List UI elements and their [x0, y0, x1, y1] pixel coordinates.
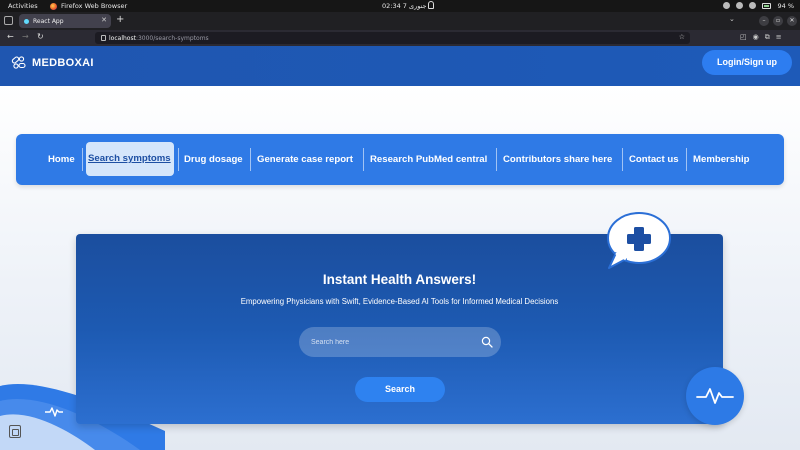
- app-menu[interactable]: Firefox Web Browser: [50, 2, 127, 10]
- firefox-icon: [50, 2, 57, 10]
- search-icon[interactable]: [481, 336, 493, 348]
- address-bar[interactable]: localhost:3000/search-symptoms ☆: [95, 32, 690, 124]
- nav-research-pubmed[interactable]: Research PubMed central: [370, 134, 488, 185]
- new-tab-button[interactable]: +: [116, 14, 124, 25]
- app-header: MEDBOXAI Login/Sign up: [0, 46, 800, 86]
- extensions-icon[interactable]: ⧉: [765, 33, 770, 42]
- nav-drug-dosage[interactable]: Drug dosage: [184, 134, 244, 185]
- back-icon[interactable]: ←: [7, 32, 14, 41]
- heartbeat-icon: [45, 407, 63, 417]
- bookmark-star-icon[interactable]: ☆: [679, 33, 685, 41]
- close-window-button[interactable]: ✕: [787, 16, 797, 26]
- notification-icon: [428, 1, 434, 9]
- login-signup-button[interactable]: Login/Sign up: [702, 50, 792, 75]
- heartbeat-badge: [686, 367, 744, 425]
- nav-divider: [250, 148, 251, 171]
- nav-divider: [622, 148, 623, 171]
- nav-search-symptoms[interactable]: Search symptoms: [86, 142, 174, 176]
- nav-divider: [686, 148, 687, 171]
- menu-icon[interactable]: ≡: [776, 33, 782, 42]
- account-icon[interactable]: ◉: [753, 33, 759, 42]
- pocket-icon[interactable]: ◰: [740, 33, 747, 42]
- hero-title: Instant Health Answers!: [322, 272, 477, 287]
- nav-membership[interactable]: Membership: [693, 134, 773, 185]
- list-tabs-chevron-icon[interactable]: ⌄: [729, 15, 735, 23]
- url-host: localhost: [109, 34, 136, 42]
- nav-contact-us[interactable]: Contact us: [629, 134, 683, 185]
- clipboard-icon[interactable]: [9, 425, 21, 438]
- system-top-bar: Activities Firefox Web Browser 02:34 7 ج…: [0, 0, 800, 12]
- nav-divider: [496, 148, 497, 171]
- app-name: Firefox Web Browser: [61, 2, 128, 10]
- search-button[interactable]: Search: [355, 377, 445, 402]
- url-path: :3000/search-symptoms: [135, 34, 209, 42]
- nav-divider: [178, 148, 179, 171]
- system-tray[interactable]: 94 %: [723, 2, 794, 10]
- browser-tab[interactable]: React App ✕: [19, 14, 111, 28]
- lock-icon: [101, 35, 106, 41]
- volume-icon: [749, 2, 757, 9]
- browser-tab-strip: React App ✕ + ⌄ – ▫ ✕: [0, 12, 800, 30]
- browser-toolbar: ← → ↻ localhost:3000/search-symptoms ☆ ◰…: [0, 30, 800, 124]
- minimize-window-button[interactable]: –: [759, 16, 769, 26]
- clock[interactable]: 02:34 7 جنوری: [382, 2, 427, 10]
- activities-button[interactable]: Activities: [8, 2, 38, 10]
- health-chat-bubble: [607, 212, 671, 269]
- maximize-window-button[interactable]: ▫: [773, 16, 783, 26]
- search-box: [299, 327, 501, 357]
- network-icon: [736, 2, 744, 9]
- search-input[interactable]: [311, 327, 471, 357]
- battery-percent: 94 %: [777, 1, 794, 10]
- reload-icon[interactable]: ↻: [37, 32, 44, 41]
- close-tab-icon[interactable]: ✕: [101, 16, 107, 24]
- brand-name: MEDBOXAI: [32, 56, 94, 69]
- battery-icon: [762, 2, 772, 9]
- nav-home[interactable]: Home: [48, 134, 84, 185]
- heartbeat-icon: [696, 388, 734, 404]
- tab-title: React App: [33, 17, 64, 25]
- nav-contributors[interactable]: Contributors share here: [503, 134, 613, 185]
- nav-divider: [82, 148, 83, 171]
- react-favicon-icon: [24, 18, 29, 24]
- logo-icon: [11, 56, 26, 69]
- settings-icon: [723, 2, 731, 9]
- main-nav: Home Search symptoms Drug dosage Generat…: [16, 134, 784, 185]
- forward-icon[interactable]: →: [22, 32, 29, 41]
- brand-logo[interactable]: MEDBOXAI: [11, 55, 94, 70]
- hero-subtitle: Empowering Physicians with Swift, Eviden…: [240, 297, 559, 306]
- nav-divider: [363, 148, 364, 171]
- page-content: Home Search symptoms Drug dosage Generat…: [0, 86, 800, 450]
- nav-generate-case-report[interactable]: Generate case report: [257, 134, 357, 185]
- tab-overview-button[interactable]: [4, 16, 13, 25]
- toolbar-icons: ◰ ◉ ⧉ ≡: [740, 33, 782, 42]
